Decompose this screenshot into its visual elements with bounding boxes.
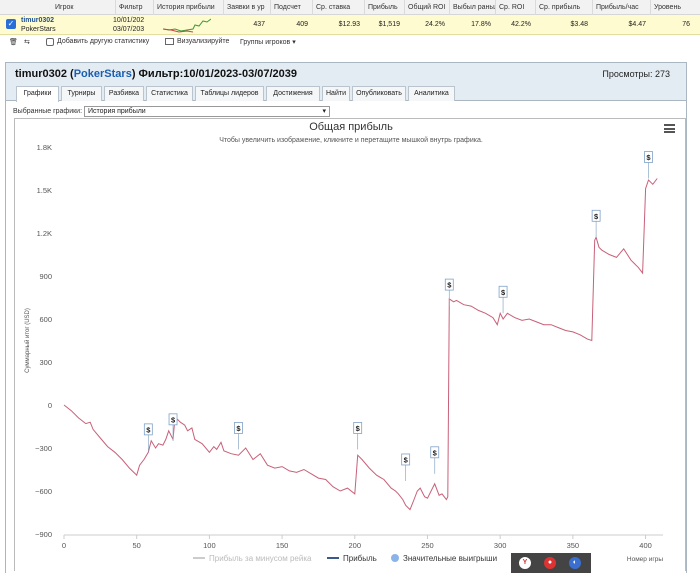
x-tick-label: 350 [567,541,580,550]
col-level[interactable]: Уровень [650,0,700,15]
col-entries[interactable]: Заявки в ур [223,0,270,15]
sparkline [163,18,211,33]
legend-bigwin-swatch [391,554,399,562]
panel-filter: Фильтр:10/01/2023-03/07/2039 [138,68,298,80]
profit-chart[interactable]: −900 −600 −300 0 300 600 900 1.2K 1.5K 1.8K 0 50 100… [15,119,687,572]
col-total-roi[interactable]: Общий ROI [404,0,449,15]
x-tick-label: 300 [494,541,507,550]
tab-tournaments[interactable]: Турниры [61,86,102,101]
row-checkbox[interactable]: ✓ [6,19,16,29]
y-tick-label: −300 [35,444,52,453]
panel-title: timur0302 (PokerStars) Фильтр:10/01/2023… [15,68,298,80]
row-avg-stake: $12.93 [338,21,360,28]
graph-select-label: Выбранные графики: [13,108,83,115]
tab-publish[interactable]: Опубликовать [352,86,406,101]
col-avg-profit[interactable]: Ср. прибыль [535,0,592,15]
table-header: Игрок Фильтр История прибыли Заявки в ур… [0,0,700,15]
col-player[interactable]: Игрок [0,0,115,15]
tab-analytics[interactable]: Аналитика [408,86,455,101]
y-tick-label: 600 [39,315,52,324]
graph-select-value: История прибыли [88,108,146,115]
tab-bar: Графики Турниры Разбивка Статистика Табл… [6,85,686,102]
yandex-icon[interactable]: Y [519,557,531,569]
x-tick-label: 0 [62,541,66,550]
profit-series-line [63,178,658,511]
y-tick-label: 0 [48,401,52,410]
x-tick-label: 250 [421,541,434,550]
legend-profit-label: Прибыль [343,554,377,563]
row-total-roi: 24.2% [425,21,445,28]
graph-select[interactable]: История прибыли ▾ [84,106,330,117]
plus-icon[interactable] [46,38,54,46]
col-avg-stake[interactable]: Ср. ставка [312,0,364,15]
row-entries: 437 [253,21,265,28]
y-tick-label: −600 [35,487,52,496]
row-toolbar: 🗑 ⇆ Добавить другую статистику Визуализи… [0,36,700,50]
panel-site-link[interactable]: PokerStars [74,68,132,80]
row-early: 17.8% [471,21,491,28]
col-count[interactable]: Подсчет [270,0,312,15]
chart-container[interactable]: Общая прибыль Чтобы увеличить изображени… [14,118,686,571]
tab-find[interactable]: Найти [322,86,350,101]
row-profit-hour: $4.47 [628,21,646,28]
player-table: Игрок Фильтр История прибыли Заявки в ур… [0,0,700,54]
table-row[interactable]: ✓ timur0302 PokerStars 10/01/202 03/07/2… [0,15,700,35]
tab-breakdown[interactable]: Разбивка [104,86,144,101]
col-early[interactable]: Выбыл раньше [449,0,495,15]
x-tick-label: 150 [276,541,289,550]
y-axis-title: Суммарный итог (USD) [24,308,31,373]
views-count: Просмотры: 273 [602,69,670,79]
taskbar: Y ● ◐ [511,553,591,573]
x-tick-label: 100 [203,541,216,550]
row-avg-roi: 42.2% [511,21,531,28]
row-count: 409 [296,21,308,28]
panel-header: timur0302 (PokerStars) Фильтр:10/01/2023… [6,63,686,85]
y-tick-label: 300 [39,358,52,367]
trash-icon[interactable]: 🗑 [9,38,18,46]
col-profit[interactable]: Прибыль [364,0,404,15]
chart-icon[interactable] [165,38,174,45]
col-history[interactable]: История прибыли [153,0,223,15]
groups-label: Группы игроков [240,39,291,46]
col-profit-hour[interactable]: Прибыль/час [592,0,650,15]
tab-statistics[interactable]: Статистика [146,86,193,101]
app-icon[interactable]: ◐ [569,557,581,569]
y-tick-label: 1.5K [37,186,52,195]
legend-bigwin-label: Значительные выигрыши [403,554,497,563]
row-avg-profit: $3.48 [570,21,588,28]
groups-dropdown[interactable]: Группы игроков ▾ [240,38,296,46]
panel-player: timur0302 [15,68,67,80]
row-level: 76 [682,21,690,28]
player-panel: timur0302 (PokerStars) Фильтр:10/01/2023… [5,62,687,573]
record-icon[interactable]: ● [544,557,556,569]
y-tick-label: −900 [35,530,52,539]
col-avg-roi[interactable]: Ср. ROI [495,0,535,15]
x-tick-label: 400 [639,541,652,550]
visualize-link[interactable]: Визуализируйте [177,38,229,45]
x-axis-title: Номер игры [627,556,663,563]
add-stats-link[interactable]: Добавить другую статистику [57,38,149,45]
x-tick-label: 200 [349,541,362,550]
x-tick-label: 50 [133,541,141,550]
tab-achievements[interactable]: Достижения [266,86,320,101]
chevron-down-icon: ▾ [322,108,326,115]
row-profit: $1,519 [378,21,400,28]
legend-rake-label: Прибыль за минусом рейка [209,554,312,563]
swap-icon[interactable]: ⇆ [24,38,30,46]
tab-leaderboards[interactable]: Таблицы лидеров [195,86,264,101]
tab-charts[interactable]: Графики [16,86,59,102]
y-tick-label: 900 [39,272,52,281]
y-tick-label: 1.2K [37,229,52,238]
y-tick-label: 1.8K [37,143,52,152]
